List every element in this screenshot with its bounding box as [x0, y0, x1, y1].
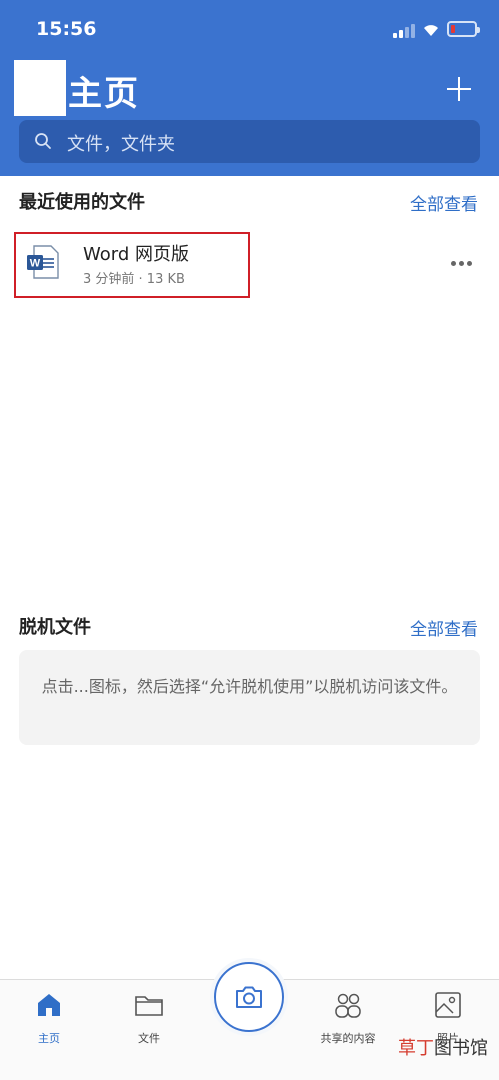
status-bar: 15:56 — [0, 0, 499, 58]
camera-button[interactable] — [214, 962, 284, 1032]
wifi-icon — [424, 25, 438, 36]
svg-text:W: W — [30, 258, 41, 270]
offline-see-all-link[interactable]: 全部查看 — [410, 615, 478, 640]
status-time: 15:56 — [36, 18, 97, 40]
battery-icon — [447, 21, 480, 37]
photo-icon — [435, 992, 461, 1018]
watermark-rest: 图书馆 — [434, 1038, 488, 1059]
recent-files-title: 最近使用的文件 — [19, 192, 145, 213]
tab-home[interactable]: 主页 — [14, 990, 84, 1050]
tab-files[interactable]: 文件 — [114, 990, 184, 1050]
avatar[interactable] — [14, 60, 66, 116]
tab-shared-label: 共享的内容 — [320, 1032, 376, 1045]
folder-icon — [135, 996, 163, 1016]
page-title: 主页 — [68, 74, 140, 114]
search-icon — [35, 133, 51, 149]
search-input[interactable]: 文件，文件夹 — [19, 120, 480, 163]
add-button[interactable] — [444, 74, 474, 104]
home-icon — [38, 994, 60, 1016]
tab-files-label: 文件 — [138, 1032, 160, 1045]
tab-home-label: 主页 — [38, 1032, 60, 1045]
offline-empty-message: 点击...图标，然后选择“允许脱机使用”以脱机访问该文件。 — [41, 677, 458, 696]
search-placeholder: 文件，文件夹 — [67, 134, 175, 155]
more-options-icon[interactable] — [451, 258, 475, 268]
tab-shared[interactable]: 共享的内容 — [313, 990, 383, 1050]
file-meta: 3 分钟前 · 13 KB — [83, 272, 185, 287]
file-name: Word 网页版 — [83, 244, 189, 265]
watermark: 草丁图书馆 — [398, 1034, 488, 1060]
shared-people-icon — [335, 993, 361, 1018]
watermark-accent: 草丁 — [398, 1038, 434, 1059]
cellular-signal-icon — [393, 22, 415, 38]
offline-empty-card: 点击...图标，然后选择“允许脱机使用”以脱机访问该文件。 — [19, 650, 480, 745]
offline-files-title: 脱机文件 — [19, 617, 91, 638]
app-header: 15:56 主页 文件，文件夹 — [0, 0, 499, 176]
recent-see-all-link[interactable]: 全部查看 — [410, 190, 478, 215]
camera-icon — [236, 986, 262, 1008]
word-document-icon: W — [27, 245, 59, 279]
